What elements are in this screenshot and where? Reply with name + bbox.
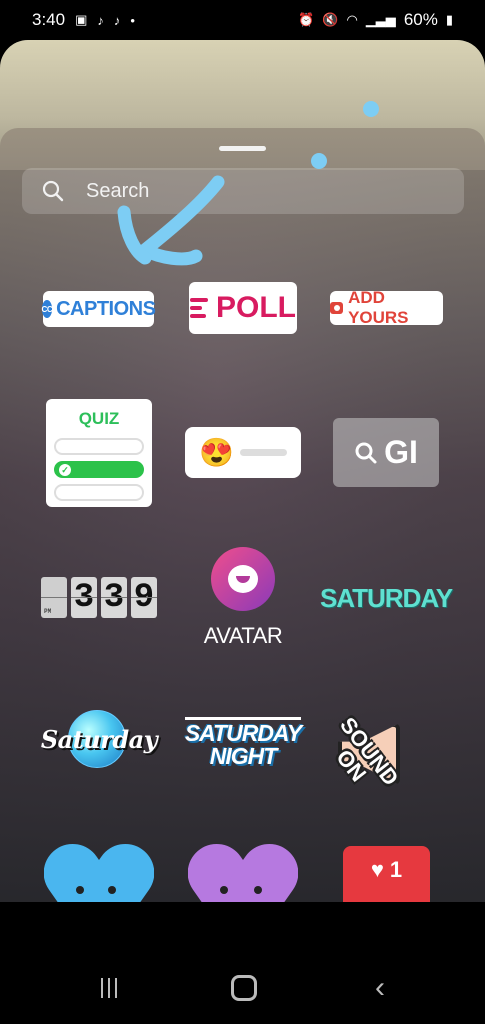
search-icon — [355, 442, 377, 463]
tray-drag-handle[interactable] — [219, 146, 266, 151]
alarm-icon: ⏰ — [298, 12, 315, 27]
poll-sticker[interactable]: POLL — [189, 282, 297, 334]
wifi-icon: ◠ — [346, 12, 358, 27]
avatar-label: AVATAR — [203, 623, 283, 648]
dot-icon: • — [130, 12, 135, 28]
cc-icon: CC — [41, 300, 53, 318]
clock-digit: PM — [41, 577, 67, 618]
saturday-night-line1: SATURDAY — [184, 716, 302, 745]
search-placeholder: Search — [86, 179, 150, 202]
signal-icon: ▁▃▅ — [365, 12, 396, 27]
tiktok-icon: ♪ — [97, 12, 104, 28]
sound-on-text: SOUND ON — [318, 712, 404, 804]
back-icon[interactable]: ‹ — [370, 973, 390, 1003]
gif-label: GI — [384, 434, 418, 470]
add-yours-label: ADD YOURS — [348, 288, 409, 327]
sound-on-sticker[interactable]: SOUND ON — [330, 685, 445, 795]
tiktok-icon: ♪ — [113, 12, 121, 28]
clock-sticker[interactable]: PM 3 3 9 — [40, 577, 158, 618]
search-icon — [42, 180, 64, 202]
home-icon[interactable] — [231, 975, 257, 1001]
battery-percent: 60% — [403, 10, 438, 29]
gallery-icon: ▣ — [75, 12, 88, 27]
search-bar[interactable]: Search — [22, 168, 464, 214]
emoji-slider-sticker[interactable]: 😍 — [185, 427, 301, 478]
saturday-text-sticker[interactable]: SATURDAY — [320, 578, 453, 618]
heart-eye — [76, 886, 84, 894]
avatar-icon — [211, 547, 275, 611]
clock-digit: 3 — [101, 577, 127, 618]
quiz-option — [54, 438, 144, 455]
slider-track — [239, 449, 287, 456]
blue-heart-sticker[interactable] — [44, 838, 154, 902]
heart-eyes-emoji-icon: 😍 — [199, 436, 234, 468]
status-bar: 3:40 ▣ ♪ ♪ • ⏰ 🔇 ◠ ▁▃▅ 60% ▮ — [0, 0, 485, 40]
saturday-night-line2: NIGHT — [209, 742, 278, 769]
quiz-label: QUIZ — [78, 409, 120, 428]
camera-icon — [330, 302, 344, 314]
heart-icon: ♥ — [370, 857, 384, 882]
recent-apps-icon[interactable] — [96, 975, 122, 1001]
quiz-option — [54, 484, 144, 501]
heart-eye — [254, 886, 262, 894]
heart-eye — [220, 886, 228, 894]
quiz-sticker[interactable]: QUIZ ✓ — [46, 399, 152, 507]
saturday-disco-label: Saturday — [40, 724, 158, 754]
quiz-option-correct: ✓ — [54, 461, 144, 478]
saturday-disco-sticker[interactable]: Saturday — [38, 708, 160, 770]
poll-icon — [190, 298, 208, 318]
add-yours-sticker[interactable]: ADD YOURS — [330, 288, 443, 327]
like-count-sticker[interactable]: ♥ 1 — [343, 846, 430, 902]
avatar-sticker[interactable]: AVATAR — [203, 543, 283, 653]
clock-digit: 3 — [71, 577, 97, 618]
clock-digit: 9 — [131, 577, 157, 618]
saturday-night-sticker[interactable]: SATURDAY NIGHT — [184, 712, 302, 772]
checkmark-icon: ✓ — [59, 464, 71, 476]
captions-label: CAPTIONS — [56, 297, 156, 320]
battery-icon: ▮ — [445, 12, 453, 27]
saturday-label: SATURDAY — [319, 582, 453, 613]
avatar-face-icon — [228, 565, 258, 593]
mute-icon: 🔇 — [322, 12, 339, 27]
gif-sticker[interactable]: GI — [333, 418, 439, 487]
purple-heart-sticker[interactable] — [188, 838, 298, 902]
poll-label: POLL — [216, 291, 296, 324]
navigation-bar — [0, 902, 485, 1024]
status-time: 3:40 — [32, 10, 66, 29]
heart-eye — [108, 886, 116, 894]
captions-sticker[interactable]: CC CAPTIONS — [41, 291, 156, 327]
like-count: 1 — [389, 857, 403, 882]
clock-meridiem: PM — [44, 608, 52, 615]
